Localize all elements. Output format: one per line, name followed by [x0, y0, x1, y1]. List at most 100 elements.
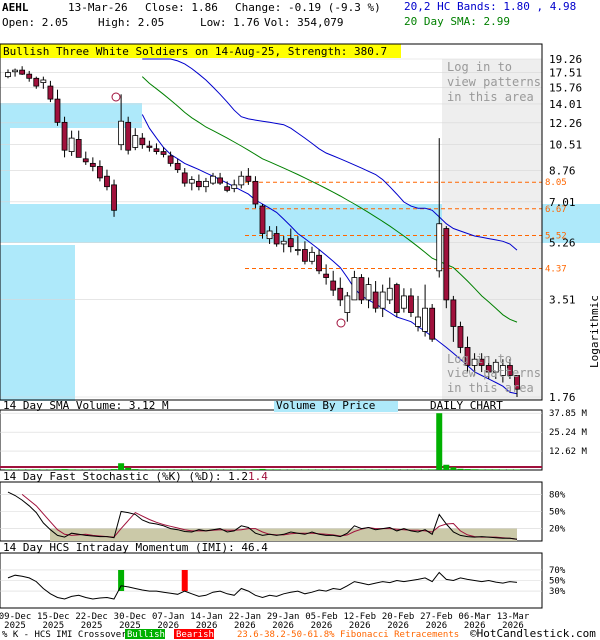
candle-body — [231, 184, 238, 189]
date-tick-label: 09-Dec2025 — [0, 612, 31, 631]
candle-body — [181, 172, 188, 184]
candle-body — [280, 240, 287, 245]
bands-value: 20,2 HC Bands: 1.80 , 4.98 — [404, 0, 576, 13]
candle-body — [252, 180, 259, 205]
price-tick-label: 10.51 — [549, 139, 582, 152]
candle — [203, 177, 209, 193]
candle-body — [351, 277, 358, 301]
stoch-tick-label: 20% — [549, 525, 566, 535]
volume-bar — [492, 469, 499, 470]
candle — [316, 249, 322, 275]
candle — [61, 116, 68, 158]
candle — [167, 151, 174, 167]
candle-body — [195, 180, 202, 188]
volume-bar — [464, 469, 471, 470]
candle-body — [287, 238, 294, 248]
price-tick-label: 3.51 — [549, 293, 576, 306]
date-tick-label: 22-Dec2025 — [75, 612, 108, 631]
candle-body — [111, 184, 117, 211]
price-panel: 8.056.675.524.37 Bullish Three White Sol… — [0, 43, 600, 404]
volume-bar — [514, 469, 520, 470]
candle — [351, 270, 358, 301]
bearish-label: Bearish — [176, 630, 214, 640]
candle — [75, 130, 82, 158]
candle-body — [61, 121, 68, 151]
candle-body — [400, 295, 407, 309]
candle-body — [422, 307, 428, 332]
candle-body — [19, 69, 26, 75]
candle — [195, 174, 202, 191]
candle-body — [316, 254, 322, 272]
candle — [5, 69, 11, 79]
volume-tick-label: 25.24 M — [549, 428, 588, 438]
candle-body — [443, 228, 450, 301]
imi-axis: 70%50%30% — [549, 566, 566, 597]
candle-body — [132, 135, 139, 148]
candle-body — [68, 137, 75, 152]
volume-tick-label: 12.62 M — [549, 447, 588, 457]
footer-legend: % K - HCS IMI Crossover, — [2, 630, 132, 640]
date-tick-label: 12-Feb2026 — [344, 612, 377, 631]
candle-body — [139, 137, 146, 146]
candle — [89, 157, 96, 172]
candle-body — [323, 273, 330, 278]
date-tick-label: 22-Jan2026 — [229, 612, 262, 631]
high-value: High: 2.05 — [98, 16, 164, 29]
svg-text:in this area: in this area — [447, 90, 534, 104]
candle-body — [386, 287, 393, 301]
date-tick-label: 05-Feb2026 — [305, 612, 338, 631]
candle — [323, 264, 330, 285]
candle-body — [12, 69, 18, 73]
price-tick-label: 1.76 — [549, 391, 576, 404]
candle — [118, 94, 125, 151]
volume-tick-label: 37.85 M — [549, 409, 588, 419]
fib-label: 4.37 — [545, 265, 567, 275]
candle-body — [5, 72, 11, 78]
candle — [68, 130, 75, 156]
stoch-label: 14 Day Fast Stochastic (%K) (%D): 1.2 — [3, 470, 248, 483]
candle-body — [104, 175, 110, 188]
candle — [330, 270, 337, 296]
fib-legend: 23.6-38.2-50-61.8% Fibonacci Retracement… — [237, 630, 459, 640]
candle-body — [26, 73, 33, 79]
low-value: Low: 1.76 — [200, 16, 260, 29]
volume-bar — [485, 469, 492, 470]
candle — [337, 277, 344, 307]
imi-label: 14 Day HCS Intraday Momentum (IMI): 46.4 — [3, 541, 268, 554]
candle-body — [309, 251, 315, 262]
imi-tick-label: 70% — [549, 566, 566, 576]
bearish-signal-bar — [181, 570, 188, 591]
svg-text:Log in to: Log in to — [447, 352, 512, 366]
candle — [443, 226, 450, 309]
candle-body — [203, 180, 209, 188]
candle — [415, 295, 421, 332]
candle — [139, 133, 146, 149]
date-tick-label: 20-Feb2026 — [382, 612, 415, 631]
daily-label: DAILY CHART — [430, 399, 503, 412]
open-value: Open: 2.05 — [2, 16, 68, 29]
candle-body — [47, 85, 54, 100]
candle — [153, 143, 160, 155]
candle-body — [457, 326, 464, 348]
candle-body — [33, 77, 40, 87]
stoch-tick-label: 50% — [549, 508, 566, 518]
sma-value: 20 Day SMA: 2.99 — [404, 15, 510, 28]
candle — [231, 179, 238, 193]
candle-body — [97, 166, 103, 179]
imi-panel: 14 Day HCS Intraday Momentum (IMI): 46.4… — [0, 541, 566, 609]
quote-date: 13-Mar-26 — [68, 1, 128, 14]
price-tick-label: 12.26 — [549, 117, 582, 130]
volume-bar — [436, 413, 443, 470]
candle — [82, 151, 89, 165]
stoch-tick-label: 80% — [549, 490, 566, 500]
volume-bar — [351, 469, 358, 470]
candle-body — [89, 162, 96, 167]
date-tick-label: 29-Jan2026 — [267, 612, 300, 631]
candle — [224, 181, 231, 193]
price-tick-label: 5.26 — [549, 236, 576, 249]
date-tick-label: 30-Dec2025 — [114, 612, 147, 631]
candle — [429, 303, 436, 342]
candle — [259, 204, 266, 239]
candle-body — [429, 307, 436, 340]
volume-bar — [478, 469, 485, 470]
